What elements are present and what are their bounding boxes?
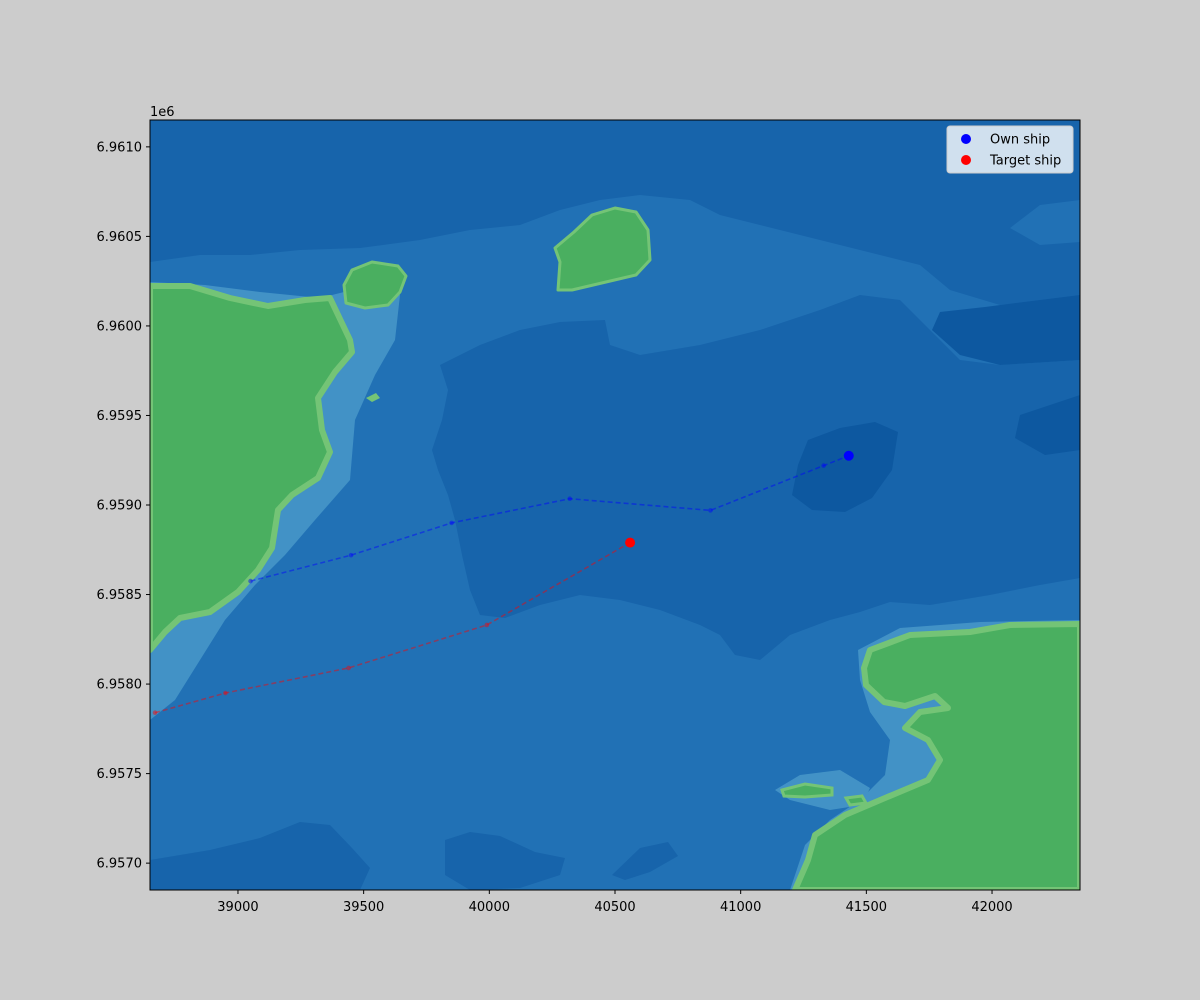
legend-marker-target-ship [961, 155, 971, 165]
target-ship-position-marker [625, 537, 636, 548]
own-ship-track-point [821, 463, 826, 468]
x-tick-label: 39500 [343, 900, 384, 915]
x-tick-label: 42000 [971, 900, 1012, 915]
target-ship-track-point [223, 690, 228, 696]
plot-area [150, 120, 1080, 890]
x-tick-label: 40000 [469, 900, 510, 915]
x-tick-label: 41000 [720, 900, 761, 915]
legend-marker-own-ship [961, 134, 971, 144]
legend-label-own-ship: Own ship [990, 133, 1050, 148]
y-offset-label: 1e6 [150, 105, 175, 120]
target-ship-track-point [346, 665, 351, 671]
own-ship-track-point [248, 578, 253, 584]
y-axis: 6.9570 6.9575 6.9580 6.9585 6.9590 6.9595 6.96… [97, 140, 150, 872]
y-tick-label: 6.9580 [97, 678, 143, 693]
y-tick-label: 6.9570 [97, 857, 143, 872]
x-tick-label: 41500 [846, 900, 887, 915]
legend-label-target-ship: Target ship [989, 154, 1061, 169]
x-axis: 39000 39500 40000 40500 41000 41500 42000 [217, 890, 1013, 915]
x-tick-label: 39000 [217, 900, 258, 915]
y-tick-label: 6.9605 [97, 230, 143, 245]
own-ship-track-point [348, 552, 354, 558]
x-tick-label: 40500 [594, 900, 635, 915]
target-ship-track-point [152, 710, 158, 716]
y-tick-label: 6.9600 [97, 319, 143, 334]
own-ship-track-point [567, 496, 573, 502]
target-ship-track-point [484, 622, 490, 628]
own-ship-position-marker [843, 450, 854, 461]
legend: Own ship Target ship [946, 125, 1074, 174]
y-tick-label: 6.9585 [97, 588, 143, 603]
own-ship-track-point [708, 508, 713, 513]
y-tick-label: 6.9595 [97, 409, 143, 424]
y-tick-label: 6.9575 [97, 767, 143, 782]
y-tick-label: 6.9590 [97, 499, 143, 514]
land-islet-se-2 [843, 794, 869, 807]
own-ship-track-point [449, 520, 454, 526]
y-tick-label: 6.9610 [97, 140, 143, 155]
chart-figure: 39000 39500 40000 40500 41000 41500 42000 6.95… [97, 105, 1081, 915]
